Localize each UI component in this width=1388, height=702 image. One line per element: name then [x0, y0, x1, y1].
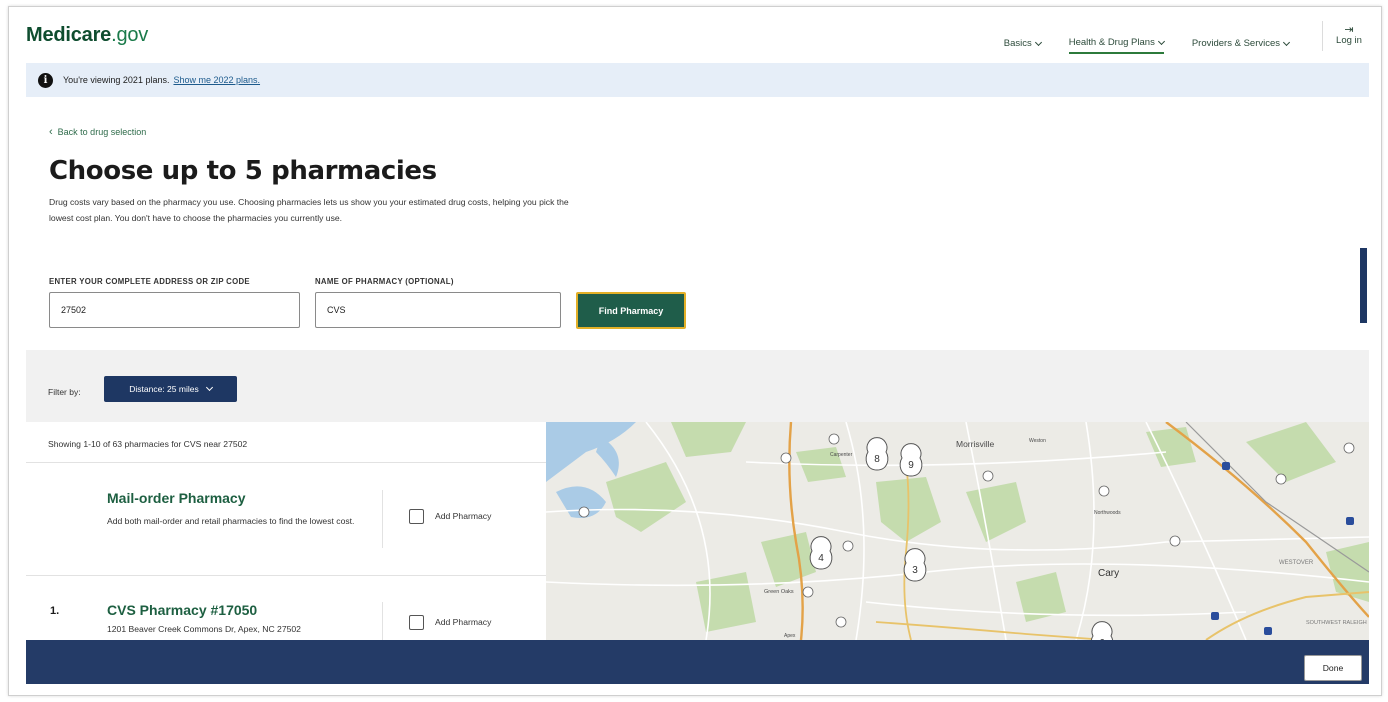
result-number: 1. [50, 605, 60, 617]
nav-health-drug-plans-label: Health & Drug Plans [1068, 37, 1155, 48]
chevron-left-icon: ‹ [49, 126, 53, 138]
selection-footer-bar: Done [26, 640, 1369, 684]
map-marker-3: 3 [903, 548, 927, 582]
map-label-weston: Weston [1029, 438, 1046, 444]
svg-text:4: 4 [818, 553, 824, 564]
medicare-logo[interactable]: Medicare.gov [26, 24, 148, 47]
chevron-down-icon [1282, 38, 1291, 46]
nav-basics[interactable]: Basics [1003, 33, 1042, 54]
pharmacy-name-link[interactable]: CVS Pharmacy #17050 [107, 602, 257, 618]
divider [26, 462, 546, 463]
main-nav: Basics Health & Drug Plans Providers & S… [1003, 33, 1291, 54]
map-label-carpenter: Carpenter [830, 452, 853, 458]
map-marker-6: 6 [1090, 621, 1114, 640]
feedback-side-tab[interactable] [1360, 248, 1367, 323]
vertical-divider [382, 490, 383, 548]
map-label-morrisville: Morrisville [956, 439, 995, 449]
back-to-drug-selection-link[interactable]: ‹ Back to drug selection [49, 126, 146, 138]
login-icon: ⇥ [1344, 24, 1354, 36]
nav-basics-label: Basics [1003, 38, 1032, 49]
map-label-green-oaks: Green Oaks [764, 589, 794, 595]
pharmacy-results-list: Showing 1-10 of 63 pharmacies for CVS ne… [26, 422, 546, 642]
info-icon: i [38, 72, 53, 88]
header-divider [1322, 21, 1323, 51]
logo-main: Medicare [26, 24, 112, 46]
logo-suffix: .gov [111, 24, 149, 46]
find-pharmacy-button[interactable]: Find Pharmacy [576, 292, 686, 329]
address-field-label: ENTER YOUR COMPLETE ADDRESS OR ZIP CODE [49, 277, 250, 286]
distance-filter-button[interactable]: Distance: 25 miles [104, 376, 237, 402]
page-description: Drug costs vary based on the pharmacy yo… [49, 197, 569, 223]
chevron-down-icon [1157, 37, 1165, 45]
plan-year-banner: i You're viewing 2021 plans. Show me 202… [26, 63, 1369, 97]
pharmacy-address: 1201 Beaver Creek Commons Dr, Apex, NC 2… [107, 624, 301, 634]
map-label-westover: WESTOVER [1279, 560, 1314, 566]
chevron-down-icon [205, 383, 213, 392]
map-label-northwoods: Northwoods [1094, 510, 1121, 516]
map-label-cary: Cary [1098, 568, 1119, 579]
map-label-southwest-raleigh: SOUTHWEST RALEIGH [1306, 620, 1367, 626]
pharmacy-add-checkbox[interactable] [409, 615, 424, 630]
svg-text:9: 9 [908, 460, 914, 471]
mail-order-pharmacy-name: Mail-order Pharmacy [107, 490, 246, 506]
vertical-divider [382, 602, 383, 642]
banner-text: You're viewing 2021 plans. [63, 75, 170, 85]
map-label-apex: Apex [784, 633, 796, 639]
chevron-down-icon [1034, 38, 1042, 46]
distance-filter-label: Distance: 25 miles [129, 384, 199, 394]
done-button[interactable]: Done [1304, 655, 1362, 681]
results-summary: Showing 1-10 of 63 pharmacies for CVS ne… [48, 439, 248, 449]
mail-order-add-label: Add Pharmacy [435, 511, 492, 521]
pharmacy-map[interactable]: Morrisville Cary Green Oaks WESTOVER SOU… [546, 422, 1369, 640]
site-header: Medicare.gov Basics Health & Drug Plans … [9, 7, 1381, 63]
map-marker-9: 9 [899, 443, 923, 477]
page-title: Choose up to 5 pharmacies [49, 156, 437, 186]
map-marker-4: 4 [809, 536, 833, 570]
svg-text:8: 8 [874, 454, 880, 465]
pharmacy-name-field-label: NAME OF PHARMACY (OPTIONAL) [315, 277, 454, 286]
filter-label: Filter by: [48, 387, 81, 397]
show-2022-plans-link[interactable]: Show me 2022 plans. [173, 75, 260, 85]
mail-order-description: Add both mail-order and retail pharmacie… [107, 516, 355, 526]
pharmacy-add-label: Add Pharmacy [435, 617, 492, 627]
nav-health-drug-plans[interactable]: Health & Drug Plans [1068, 37, 1165, 54]
divider [26, 575, 546, 576]
address-input[interactable] [49, 292, 300, 328]
login-button[interactable]: ⇥ Log in [1331, 24, 1367, 47]
mail-order-add-checkbox[interactable] [409, 509, 424, 524]
svg-text:3: 3 [912, 565, 918, 576]
nav-providers-services-label: Providers & Services [1191, 38, 1280, 49]
login-label: Log in [1336, 35, 1362, 46]
browser-frame: Medicare.gov Basics Health & Drug Plans … [8, 6, 1382, 696]
park-shape [696, 572, 756, 632]
filter-bar: Filter by: Distance: 25 miles [26, 350, 1369, 422]
map-canvas: Morrisville Cary Green Oaks WESTOVER SOU… [546, 422, 1369, 640]
back-link-label: Back to drug selection [57, 127, 147, 137]
map-marker-8: 8 [865, 437, 889, 471]
pharmacy-name-input[interactable] [315, 292, 561, 328]
nav-providers-services[interactable]: Providers & Services [1191, 33, 1291, 54]
